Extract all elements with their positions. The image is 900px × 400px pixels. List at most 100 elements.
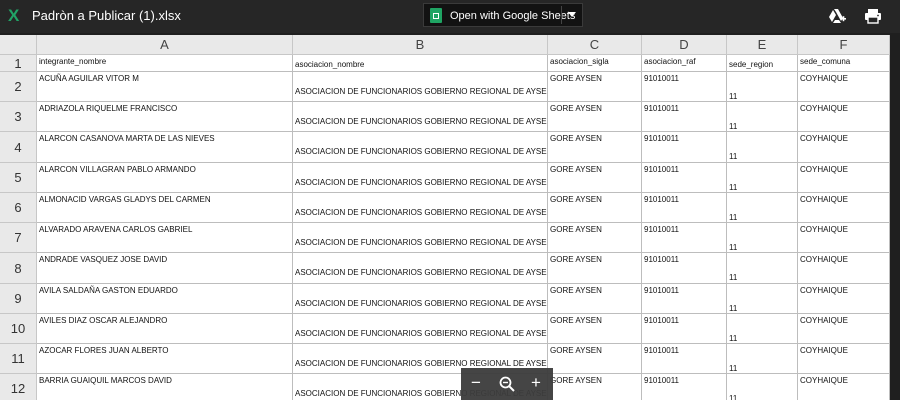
open-with-sheets-button[interactable]: Open with Google Sheets	[423, 3, 583, 27]
cell-asociacion-sigla[interactable]: GORE AYSEN	[548, 314, 642, 344]
cell-sede-comuna[interactable]: COYHAIQUE	[798, 253, 890, 284]
cell-asociacion-nombre[interactable]: ASOCIACION DE FUNCIONARIOS GOBIERNO REGI…	[293, 132, 548, 163]
cell-integrante-nombre[interactable]: ACUÑA AGUILAR VITOR M	[37, 72, 293, 102]
cell-asociacion-sigla[interactable]: GORE AYSEN	[548, 374, 642, 400]
zoom-in-icon[interactable]: +	[531, 373, 541, 393]
cell-asociacion-sigla[interactable]: GORE AYSEN	[548, 132, 642, 163]
cell-asociacion-raf[interactable]: 91010011	[642, 253, 727, 284]
cell-asociacion-nombre[interactable]: ASOCIACION DE FUNCIONARIOS GOBIERNO REGI…	[293, 102, 548, 132]
cell-asociacion-raf[interactable]: 91010011	[642, 132, 727, 163]
cell-asociacion-raf[interactable]: 91010011	[642, 374, 727, 400]
cell-sede-comuna[interactable]: COYHAIQUE	[798, 314, 890, 344]
open-with-sheets-label: Open with Google Sheets	[450, 10, 576, 22]
cell-sede-comuna[interactable]: COYHAIQUE	[798, 102, 890, 132]
row-header[interactable]: 6	[0, 193, 37, 223]
cell-asociacion-nombre[interactable]: ASOCIACION DE FUNCIONARIOS GOBIERNO REGI…	[293, 72, 548, 102]
viewer-margin	[890, 35, 900, 400]
row-header[interactable]: 1	[0, 55, 37, 72]
row-header[interactable]: 9	[0, 284, 37, 314]
cell-integrante-nombre[interactable]: AZOCAR FLORES JUAN ALBERTO	[37, 344, 293, 374]
column-header-a[interactable]: A	[37, 35, 293, 55]
cell-asociacion-raf[interactable]: 91010011	[642, 344, 727, 374]
cell-sede-region[interactable]: 11	[727, 102, 798, 132]
google-sheets-icon	[430, 8, 442, 23]
cell-sede-region[interactable]: 11	[727, 193, 798, 223]
cell-asociacion-nombre[interactable]: ASOCIACION DE FUNCIONARIOS GOBIERNO REGI…	[293, 223, 548, 253]
cell-integrante-nombre[interactable]: ALARCON CASANOVA MARTA DE LAS NIEVES	[37, 132, 293, 163]
cell-asociacion-sigla[interactable]: GORE AYSEN	[548, 344, 642, 374]
row-header[interactable]: 8	[0, 253, 37, 284]
cell-integrante-nombre[interactable]: integrante_nombre	[37, 55, 293, 72]
cell-asociacion-sigla[interactable]: GORE AYSEN	[548, 223, 642, 253]
column-header-f[interactable]: F	[798, 35, 890, 55]
cell-asociacion-raf[interactable]: 91010011	[642, 314, 727, 344]
cell-asociacion-raf[interactable]: 91010011	[642, 193, 727, 223]
cell-sede-region[interactable]: 11	[727, 314, 798, 344]
cell-sede-comuna[interactable]: COYHAIQUE	[798, 163, 890, 193]
cell-asociacion-sigla[interactable]: GORE AYSEN	[548, 193, 642, 223]
add-to-drive-icon[interactable]	[828, 8, 846, 24]
zoom-out-icon[interactable]: −	[471, 373, 481, 393]
row-header[interactable]: 5	[0, 163, 37, 193]
cell-integrante-nombre[interactable]: ADRIAZOLA RIQUELME FRANCISCO	[37, 102, 293, 132]
cell-integrante-nombre[interactable]: AVILES DIAZ OSCAR ALEJANDRO	[37, 314, 293, 344]
column-header-e[interactable]: E	[727, 35, 798, 55]
chevron-down-icon[interactable]	[568, 12, 576, 17]
cell-asociacion-nombre[interactable]: ASOCIACION DE FUNCIONARIOS GOBIERNO REGI…	[293, 193, 548, 223]
row-header[interactable]: 12	[0, 374, 37, 400]
cell-asociacion-sigla[interactable]: asociacion_sigla	[548, 55, 642, 72]
cell-sede-comuna[interactable]: COYHAIQUE	[798, 223, 890, 253]
row-header[interactable]: 10	[0, 314, 37, 344]
cell-sede-region[interactable]: 11	[727, 374, 798, 400]
cell-integrante-nombre[interactable]: ALARCON VILLAGRAN PABLO ARMANDO	[37, 163, 293, 193]
row-header[interactable]: 3	[0, 102, 37, 132]
cell-asociacion-sigla[interactable]: GORE AYSEN	[548, 163, 642, 193]
row-header[interactable]: 2	[0, 72, 37, 102]
spreadsheet-grid[interactable]: A B C D E F 1 integrante_nombre asociacion…	[0, 35, 890, 400]
column-header-d[interactable]: D	[642, 35, 727, 55]
cell-asociacion-raf[interactable]: 91010011	[642, 102, 727, 132]
print-icon[interactable]	[864, 8, 882, 24]
cell-asociacion-sigla[interactable]: GORE AYSEN	[548, 72, 642, 102]
cell-sede-region[interactable]: 11	[727, 344, 798, 374]
cell-asociacion-nombre[interactable]: ASOCIACION DE FUNCIONARIOS GOBIERNO REGI…	[293, 314, 548, 344]
cell-asociacion-raf[interactable]: 91010011	[642, 163, 727, 193]
cell-sede-comuna[interactable]: COYHAIQUE	[798, 72, 890, 102]
row-header[interactable]: 7	[0, 223, 37, 253]
cell-sede-region[interactable]: 11	[727, 163, 798, 193]
cell-asociacion-nombre[interactable]: ASOCIACION DE FUNCIONARIOS GOBIERNO REGI…	[293, 163, 548, 193]
cell-integrante-nombre[interactable]: AVILA SALDAÑA GASTON EDUARDO	[37, 284, 293, 314]
cell-sede-comuna[interactable]: COYHAIQUE	[798, 132, 890, 163]
magnifier-icon[interactable]	[499, 376, 515, 392]
cell-asociacion-raf[interactable]: asociacion_raf	[642, 55, 727, 72]
cell-sede-comuna[interactable]: sede_comuna	[798, 55, 890, 72]
cell-asociacion-sigla[interactable]: GORE AYSEN	[548, 102, 642, 132]
cell-sede-region[interactable]: 11	[727, 132, 798, 163]
cell-integrante-nombre[interactable]: ALMONACID VARGAS GLADYS DEL CARMEN	[37, 193, 293, 223]
cell-sede-region[interactable]: 11	[727, 284, 798, 314]
cell-sede-region[interactable]: 11	[727, 223, 798, 253]
cell-sede-comuna[interactable]: COYHAIQUE	[798, 284, 890, 314]
cell-integrante-nombre[interactable]: ALVARADO ARAVENA CARLOS GABRIEL	[37, 223, 293, 253]
column-header-b[interactable]: B	[293, 35, 548, 55]
cell-sede-comuna[interactable]: COYHAIQUE	[798, 193, 890, 223]
cell-asociacion-nombre[interactable]: ASOCIACION DE FUNCIONARIOS GOBIERNO REGI…	[293, 284, 548, 314]
row-header[interactable]: 4	[0, 132, 37, 163]
cell-asociacion-raf[interactable]: 91010011	[642, 72, 727, 102]
cell-asociacion-nombre[interactable]: asociacion_nombre	[293, 55, 548, 72]
cell-asociacion-sigla[interactable]: GORE AYSEN	[548, 253, 642, 284]
cell-sede-region[interactable]: sede_region	[727, 55, 798, 72]
row-header[interactable]: 11	[0, 344, 37, 374]
cell-asociacion-nombre[interactable]: ASOCIACION DE FUNCIONARIOS GOBIERNO REGI…	[293, 253, 548, 284]
select-all-corner[interactable]	[0, 35, 37, 55]
cell-asociacion-raf[interactable]: 91010011	[642, 223, 727, 253]
cell-sede-comuna[interactable]: COYHAIQUE	[798, 344, 890, 374]
cell-sede-region[interactable]: 11	[727, 72, 798, 102]
cell-asociacion-sigla[interactable]: GORE AYSEN	[548, 284, 642, 314]
cell-asociacion-raf[interactable]: 91010011	[642, 284, 727, 314]
cell-integrante-nombre[interactable]: ANDRADE VASQUEZ JOSE DAVID	[37, 253, 293, 284]
cell-sede-comuna[interactable]: COYHAIQUE	[798, 374, 890, 400]
cell-integrante-nombre[interactable]: BARRIA GUAIQUIL MARCOS DAVID	[37, 374, 293, 400]
column-header-c[interactable]: C	[548, 35, 642, 55]
cell-sede-region[interactable]: 11	[727, 253, 798, 284]
